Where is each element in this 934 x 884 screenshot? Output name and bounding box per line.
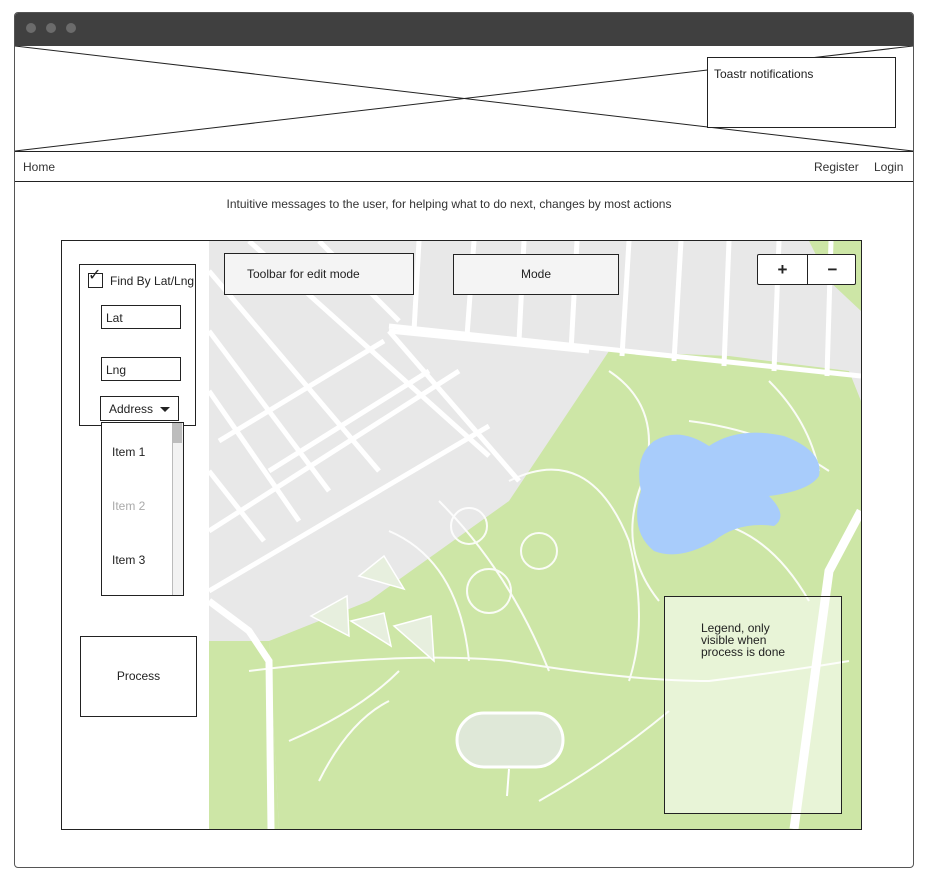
scrollbar-thumb[interactable]	[173, 423, 182, 443]
edit-mode-toolbar[interactable]: Toolbar for edit mode	[224, 253, 414, 295]
main-content: Toolbar for edit mode Mode + − Legend, o…	[61, 240, 862, 830]
address-select-label: Address	[109, 402, 154, 416]
navbar: Home Register Login	[15, 152, 913, 182]
dropdown-item-disabled: Item 2	[112, 499, 146, 513]
zoom-out-button[interactable]: −	[808, 255, 857, 284]
address-select[interactable]: Address	[100, 396, 179, 421]
window-minimize-dot[interactable]	[46, 23, 56, 33]
nav-home-link[interactable]: Home	[23, 160, 55, 174]
window-maximize-dot[interactable]	[66, 23, 76, 33]
process-button[interactable]: Process	[80, 636, 197, 717]
header-placeholder: Toastr notifications	[15, 46, 913, 152]
checkmark-icon: ✓	[88, 267, 102, 284]
zoom-control: + −	[757, 254, 856, 285]
user-message: Intuitive messages to the user, for help…	[226, 197, 672, 211]
zoom-in-button[interactable]: +	[758, 255, 807, 284]
find-by-latlng-panel: ✓ Find By Lat/Lng Lat Lng Address	[79, 264, 196, 426]
dropdown-scrollbar[interactable]	[172, 423, 183, 595]
lng-input[interactable]: Lng	[101, 357, 181, 381]
window-close-dot[interactable]	[26, 23, 36, 33]
title-bar	[15, 13, 913, 46]
lat-input[interactable]: Lat	[101, 305, 181, 329]
nav-register-link[interactable]: Register	[814, 160, 859, 174]
find-by-latlng-checkbox[interactable]: ✓	[88, 268, 103, 288]
nav-login-link[interactable]: Login	[874, 160, 903, 174]
mode-button[interactable]: Mode	[453, 254, 619, 295]
dropdown-item[interactable]: Item 3	[112, 553, 145, 567]
legend-panel: Legend, only visible when process is don…	[664, 596, 842, 814]
address-dropdown-list: Item 1 Item 2 Item 3	[101, 422, 184, 596]
caret-down-icon	[160, 407, 170, 412]
toastr-notifications: Toastr notifications	[707, 57, 896, 128]
dropdown-item[interactable]: Item 1	[112, 445, 145, 459]
find-by-latlng-label: Find By Lat/Lng	[110, 274, 195, 288]
